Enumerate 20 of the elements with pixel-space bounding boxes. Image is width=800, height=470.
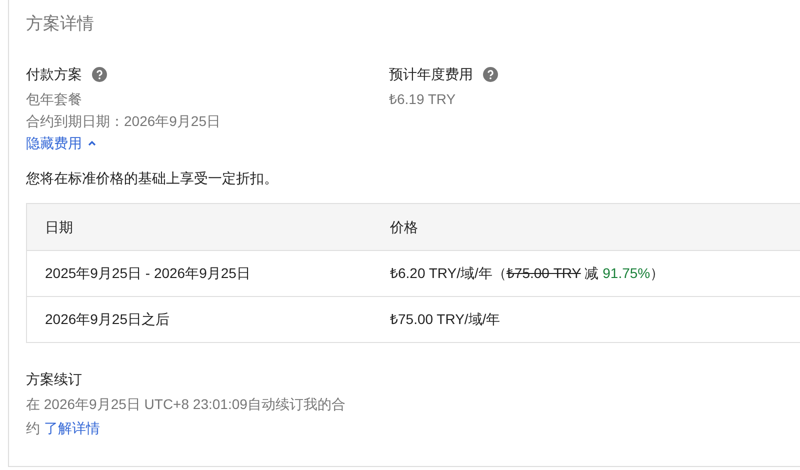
field-label: 付款方案 <box>26 65 82 84</box>
help-icon[interactable] <box>483 66 498 82</box>
renewal-text: 在 2026年9月25日 UTC+8 23:01:09自动续订我的合约 了解详情 <box>26 395 346 438</box>
section-title: 方案详情 <box>26 13 95 35</box>
table-cell: 2025年9月25日 - 2026年9月25日 <box>45 265 250 281</box>
help-icon[interactable] <box>92 66 107 82</box>
section-label: 方案续订 <box>26 371 82 387</box>
expiry-text: 合约到期日期：2026年9月25日 <box>26 113 221 129</box>
cost-value: ₺6.19 TRY <box>389 91 456 107</box>
toggle-link[interactable]: 隐藏费用 <box>26 132 97 154</box>
table-cell: 2026年9月25日之后 <box>45 311 170 327</box>
learn-more-link[interactable]: 了解详情 <box>44 420 100 436</box>
discount-note: 您将在标准价格的基础上享受一定折扣。 <box>26 170 278 186</box>
table-cell: ₺6.20 TRY/域/年（₺75.00 TRY 减 91.75%） <box>390 265 664 281</box>
column-header: 价格 <box>390 218 418 234</box>
plan-text: 包年套餐 <box>26 91 82 107</box>
table-cell: ₺75.00 TRY/域/年 <box>390 311 500 327</box>
field-label: 预计年度费用 <box>389 65 473 84</box>
column-header: 日期 <box>45 218 73 234</box>
caret-icon[interactable] <box>87 138 97 148</box>
